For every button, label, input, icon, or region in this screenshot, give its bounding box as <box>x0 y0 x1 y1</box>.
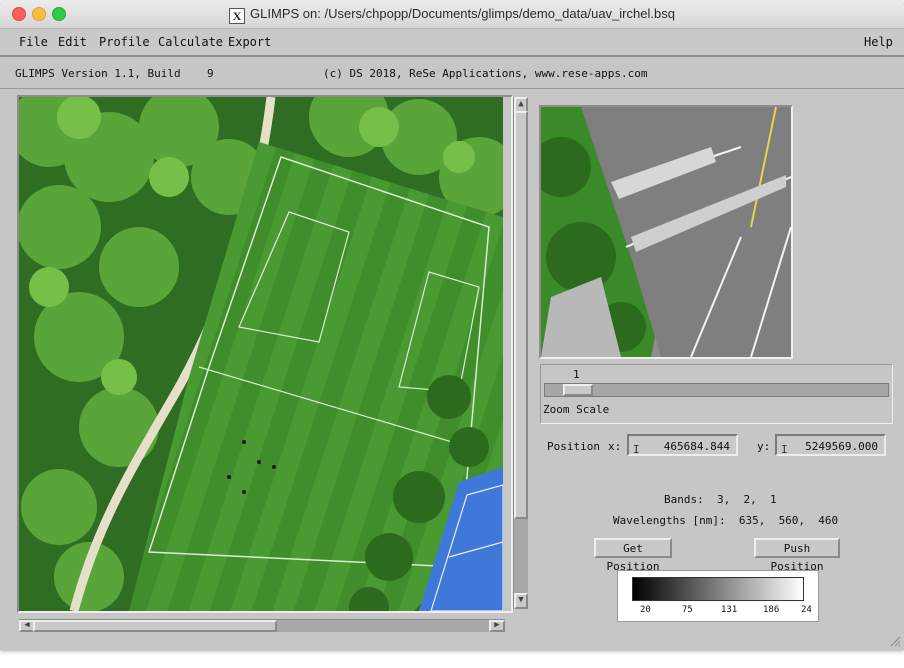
window-title: GLIMPS on: /Users/chpopp/Documents/glimp… <box>250 6 675 21</box>
zoom-scale-label: Zoom Scale <box>543 403 610 416</box>
divider <box>0 88 904 89</box>
colorbar-tick: 20 <box>640 605 651 615</box>
menu-edit[interactable]: Edit <box>58 35 87 49</box>
text-cursor-icon: I <box>781 443 788 456</box>
menu-help[interactable]: Help <box>864 35 893 49</box>
position-y-field[interactable]: I 5249569.000 <box>775 434 886 456</box>
horizontal-scroll-thumb[interactable] <box>33 620 277 632</box>
version-label: GLIMPS Version 1.1, Build 9 <box>15 67 214 80</box>
horizontal-scrollbar[interactable]: ◀ ▶ <box>19 619 505 632</box>
zoom-panel: 1 Zoom Scale <box>540 364 893 424</box>
resize-grip-icon[interactable] <box>889 635 901 647</box>
arrow-left-icon: ◀ <box>24 620 30 630</box>
zoom-image-frame <box>539 105 793 359</box>
window-title-wrap: X GLIMPS on: /Users/chpopp/Documents/glim… <box>0 6 904 24</box>
colorbar-tick: 186 <box>763 605 780 615</box>
bands-label: Bands: 3, 2, 1 <box>664 493 777 506</box>
position-y-value: 5249569.000 <box>805 440 878 453</box>
scroll-right-button[interactable]: ▶ <box>489 620 505 632</box>
get-position-button[interactable]: Get Position <box>594 538 672 573</box>
zoom-aerial-image[interactable] <box>541 107 791 357</box>
position-x-label: x: <box>608 440 622 453</box>
position-x-field[interactable]: I 465684.844 <box>627 434 738 456</box>
app-window: X GLIMPS on: /Users/chpopp/Documents/glim… <box>0 0 904 650</box>
arrow-right-icon: ▶ <box>494 620 500 630</box>
push-position-button[interactable]: Push Position <box>754 538 840 573</box>
position-label: Position <box>547 440 600 453</box>
menu-profile[interactable]: Profile <box>99 35 150 49</box>
colorbar-tick: 131 <box>721 605 738 615</box>
zoom-slider[interactable] <box>544 383 889 397</box>
scroll-down-button[interactable]: ▼ <box>514 593 528 609</box>
menu-file[interactable]: File <box>19 35 48 49</box>
colorbar-gradient <box>632 577 804 601</box>
arrow-down-icon: ▼ <box>518 595 524 605</box>
main-image-frame <box>17 95 513 613</box>
zoom-value: 1 <box>573 368 580 381</box>
colorbar-tick: 75 <box>682 605 693 615</box>
copyright-label: (c) DS 2018, ReSe Applications, www.rese… <box>323 67 648 80</box>
wavelengths-label: Wavelengths [nm]: 635, 560, 460 <box>613 514 839 527</box>
vertical-scroll-thumb[interactable] <box>514 111 528 519</box>
x11-icon: X <box>229 8 246 24</box>
menu-calculate[interactable]: Calculate <box>158 35 223 49</box>
position-y-label: y: <box>757 440 771 453</box>
zoom-slider-thumb[interactable] <box>563 384 593 396</box>
colorbar-tick: 24 <box>801 605 812 615</box>
menu-bar: File Edit Profile Calculate Export Help <box>0 29 904 57</box>
title-bar[interactable]: X GLIMPS on: /Users/chpopp/Documents/glim… <box>0 0 904 29</box>
colorbar: 20 75 131 186 24 <box>617 570 819 622</box>
vertical-scrollbar[interactable]: ▲ ▼ <box>513 97 528 609</box>
position-x-value: 465684.844 <box>663 440 730 453</box>
menu-export[interactable]: Export <box>228 35 271 49</box>
main-aerial-image[interactable] <box>19 97 503 611</box>
text-cursor-icon: I <box>633 443 640 456</box>
arrow-up-icon: ▲ <box>518 99 524 109</box>
